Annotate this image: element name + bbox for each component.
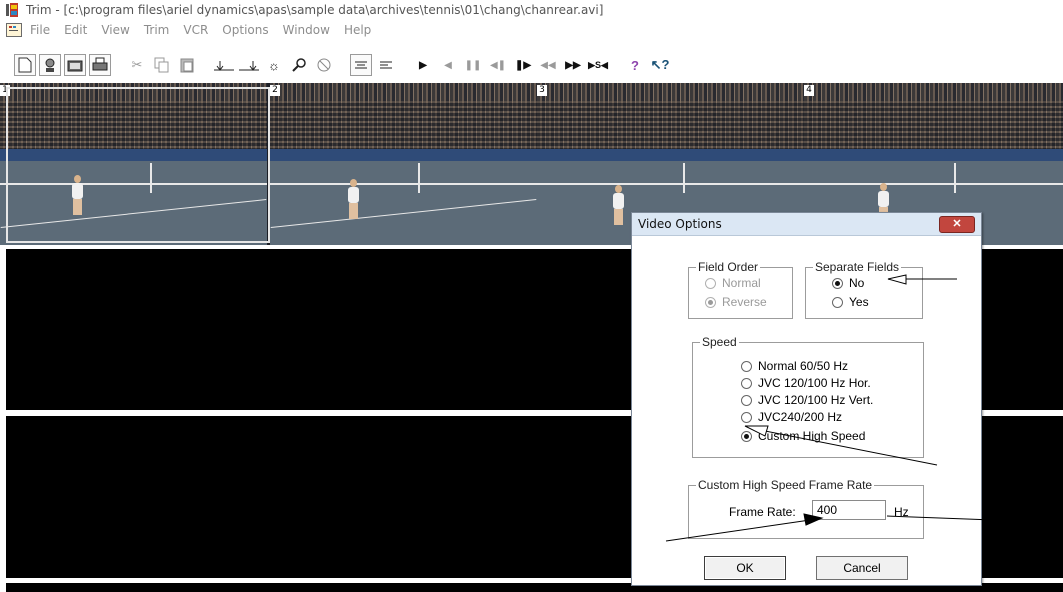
speed-jvc-vert-label: JVC 120/100 Hz Vert. — [758, 393, 874, 407]
frame-number: 4 — [804, 85, 814, 96]
field-order-reverse-label: Reverse — [722, 295, 767, 309]
radio-button[interactable] — [741, 377, 752, 389]
speed-jvc-hor-label: JVC 120/100 Hz Hor. — [758, 376, 871, 390]
title-bar: Trim - [c:\program files\ariel dynamics\… — [0, 0, 1063, 20]
menu-file[interactable]: File — [30, 23, 50, 37]
radio-button[interactable] — [705, 277, 716, 289]
menu-vcr[interactable]: VCR — [183, 23, 208, 37]
menu-window[interactable]: Window — [283, 23, 330, 37]
radio-button[interactable] — [705, 296, 716, 308]
close-button[interactable]: ✕ — [939, 216, 975, 233]
rewind-icon[interactable]: ◀◀ — [537, 54, 559, 76]
menu-edit[interactable]: Edit — [64, 23, 87, 37]
frame-back-icon[interactable]: ◀❚ — [487, 54, 509, 76]
play-icon[interactable]: ▶ — [412, 54, 434, 76]
radio-button[interactable] — [741, 430, 752, 442]
frame-rate-label: Frame Rate: — [729, 505, 796, 519]
separate-fields-yes-option[interactable]: Yes — [832, 295, 869, 309]
selected-frame-outline — [6, 87, 270, 243]
field-order-normal-label: Normal — [722, 276, 761, 290]
window-title: Trim - [c:\program files\ariel dynamics\… — [26, 3, 604, 17]
separate-fields-no-label: No — [849, 276, 865, 290]
zoom-icon[interactable] — [288, 54, 310, 76]
radio-button[interactable] — [741, 360, 752, 372]
fast-forward-icon[interactable]: ▶▶ — [562, 54, 584, 76]
field-order-normal-option[interactable]: Normal — [705, 276, 761, 290]
menu-help[interactable]: Help — [344, 23, 371, 37]
seek-icon[interactable]: ▶S◀ — [587, 54, 609, 76]
document-icon[interactable] — [6, 23, 22, 37]
field-order-reverse-option[interactable]: Reverse — [705, 295, 767, 309]
frame-rate-unit: Hz — [894, 505, 909, 519]
open-icon[interactable] — [64, 54, 86, 76]
frame-rate-input[interactable]: 400 — [812, 500, 886, 520]
step-back-icon[interactable]: ◀ — [437, 54, 459, 76]
menu-bar: File Edit View Trim VCR Options Window H… — [0, 20, 1063, 40]
toolbar: ✂ ☼ ▶ ◀ ❚❚ ◀❚ ❚▶ ◀◀ ▶▶ ▶S◀ ? ↖? — [0, 50, 1063, 80]
help-icon[interactable]: ? — [624, 54, 646, 76]
ok-button[interactable]: OK — [704, 556, 786, 580]
dialog-title-bar[interactable]: Video Options ✕ — [632, 213, 981, 236]
menu-view[interactable]: View — [101, 23, 129, 37]
print-icon[interactable] — [89, 54, 111, 76]
video-options-dialog: Video Options ✕ Field Order Normal Rever… — [631, 212, 982, 586]
app-film-icon[interactable] — [6, 3, 20, 17]
copy-icon[interactable] — [151, 54, 173, 76]
radio-button[interactable] — [832, 296, 843, 308]
paste-icon[interactable] — [176, 54, 198, 76]
speed-custom-option[interactable]: Custom High Speed — [741, 429, 865, 443]
speed-label: Speed — [700, 335, 739, 349]
separate-fields-yes-label: Yes — [849, 295, 869, 309]
custom-rate-label: Custom High Speed Frame Rate — [696, 478, 875, 492]
speed-jvc-hor-option[interactable]: JVC 120/100 Hz Hor. — [741, 376, 871, 390]
speed-jvc240-option[interactable]: JVC240/200 Hz — [741, 410, 842, 424]
record-icon[interactable] — [39, 54, 61, 76]
frame-number: 3 — [537, 85, 547, 96]
align-center-icon[interactable] — [350, 54, 372, 76]
mark-in-icon[interactable] — [213, 54, 235, 76]
separate-fields-no-option[interactable]: No — [832, 276, 864, 290]
separate-fields-group: Separate Fields No Yes — [805, 260, 923, 319]
radio-button[interactable] — [832, 277, 843, 289]
dialog-body: Field Order Normal Reverse Separate Fiel… — [632, 236, 981, 585]
separate-fields-label: Separate Fields — [813, 260, 902, 274]
cut-icon[interactable]: ✂ — [126, 54, 148, 76]
pause-icon[interactable]: ❚❚ — [462, 54, 484, 76]
frame-thumbnail[interactable] — [270, 83, 537, 245]
menu-trim[interactable]: Trim — [144, 23, 170, 37]
speed-group: Speed Normal 60/50 Hz JVC 120/100 Hz Hor… — [692, 335, 924, 458]
speed-normal-option[interactable]: Normal 60/50 Hz — [741, 359, 848, 373]
frame-forward-icon[interactable]: ❚▶ — [512, 54, 534, 76]
custom-rate-group: Custom High Speed Frame Rate Frame Rate:… — [688, 478, 924, 539]
radio-button[interactable] — [741, 394, 752, 406]
context-help-icon[interactable]: ↖? — [649, 54, 671, 76]
align-left-icon[interactable] — [375, 54, 397, 76]
frame-number: 2 — [270, 85, 280, 96]
mark-out-icon[interactable] — [238, 54, 260, 76]
speed-jvc-vert-option[interactable]: JVC 120/100 Hz Vert. — [741, 393, 873, 407]
field-order-label: Field Order — [696, 260, 761, 274]
menu-options[interactable]: Options — [222, 23, 268, 37]
dialog-title: Video Options — [638, 217, 722, 231]
speed-jvc240-label: JVC240/200 Hz — [758, 410, 843, 424]
new-icon[interactable] — [14, 54, 36, 76]
stop-zoom-icon[interactable] — [313, 54, 335, 76]
field-order-group: Field Order Normal Reverse — [688, 260, 793, 319]
cancel-button[interactable]: Cancel — [816, 556, 908, 580]
speed-custom-label: Custom High Speed — [758, 429, 866, 443]
brightness-icon[interactable]: ☼ — [263, 54, 285, 76]
radio-button[interactable] — [741, 411, 752, 423]
speed-normal-label: Normal 60/50 Hz — [758, 359, 849, 373]
